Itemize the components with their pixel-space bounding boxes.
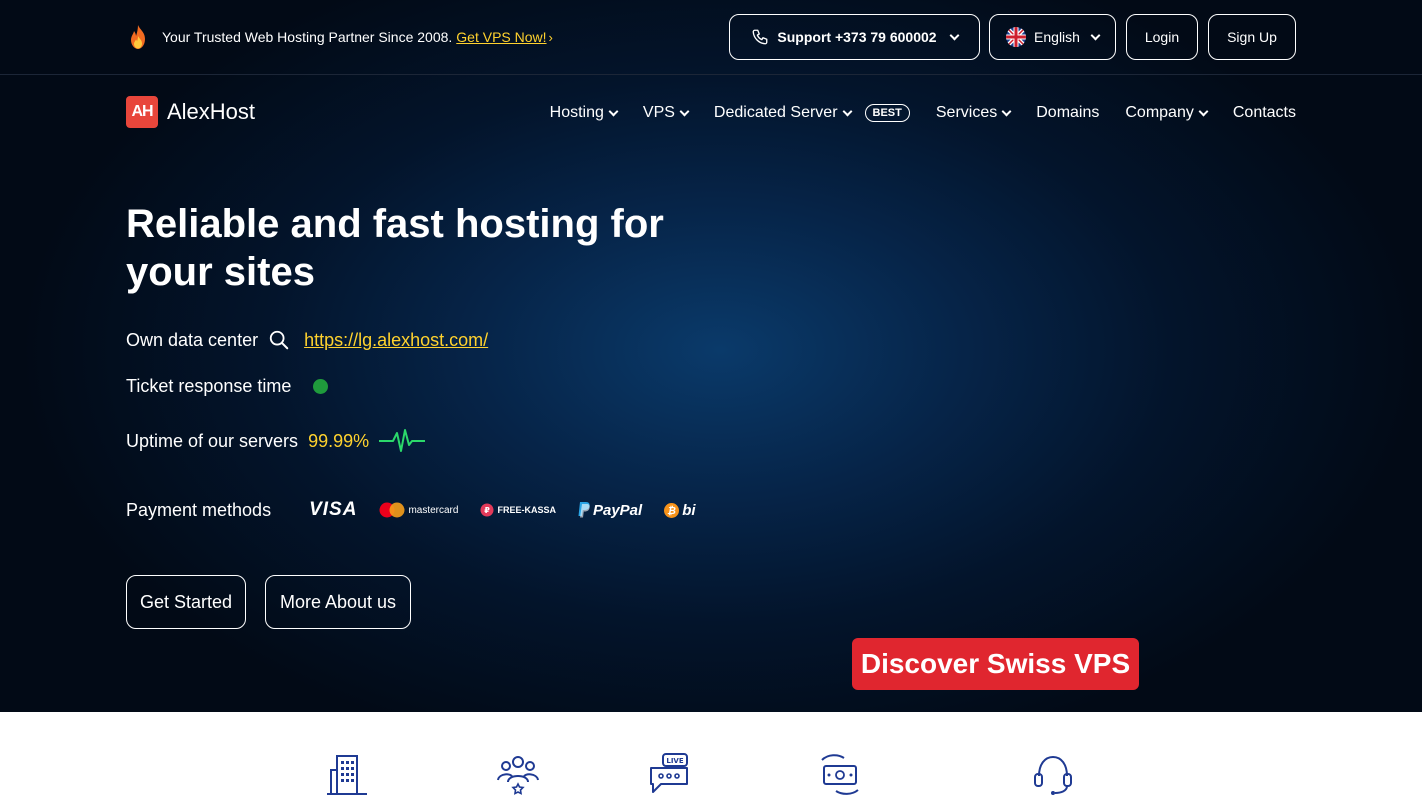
support-dropdown[interactable]: Support +373 79 600002 [729,14,980,60]
chevron-down-icon [608,106,619,116]
get-vps-link[interactable]: Get VPS Now! [456,29,546,45]
ticket-row: Ticket response time [126,376,329,397]
live-chat-icon: LIVE [650,753,688,793]
more-about-button[interactable]: More About us [265,575,411,629]
uptime-row: Uptime of our servers 99.99% [126,427,426,455]
building-icon [327,755,367,795]
promo-text: Your Trusted Web Hosting Partner Since 2… [162,29,453,45]
chevron-down-icon [679,106,690,116]
nav-company-label: Company [1125,104,1194,121]
svg-text:₽: ₽ [485,506,491,515]
heartbeat-icon [379,429,426,452]
top-bar: Your Trusted Web Hosting Partner Since 2… [0,0,1422,75]
get-started-button[interactable]: Get Started [126,575,246,629]
bitcoin-logo: ₿ bi [664,501,696,519]
alexhost-logo[interactable]: AH AlexHost [126,95,255,129]
nav-domains[interactable]: Domains [1036,104,1099,122]
logo-text: AlexHost [167,99,256,124]
bitcoin-icon: ₿ [664,502,680,518]
payment-row: Payment methods VISA mastercard ₽ FREE-K… [126,499,701,521]
freekassa-text: FREE-KASSA [497,505,556,515]
chevron-down-icon [1090,30,1101,40]
uptime-value: 99.99% [308,430,370,451]
promo-banner: Your Trusted Web Hosting Partner Since 2… [126,24,553,50]
chevron-down-icon [842,106,852,116]
best-badge: BEST [864,104,910,122]
nav-vps[interactable]: VPS [642,104,690,122]
discover-swiss-vps-button[interactable]: Discover Swiss VPS [852,638,1139,690]
nav-dedicated-label: Dedicated Server [713,104,838,121]
bitcoin-text: bi [682,501,696,519]
looking-glass-link[interactable]: https://lg.alexhost.com/ [304,330,488,351]
payment-label: Payment methods [126,499,272,520]
mastercard-circles-icon [379,502,405,518]
paypal-text: PayPal [592,501,643,519]
chevron-right-icon: › [548,29,553,45]
nav-domains-label: Domains [1036,104,1100,121]
language-selector[interactable]: English [989,14,1116,60]
logo-mark: AH [126,96,158,128]
phone-icon [752,29,768,45]
language-label: English [1034,29,1080,45]
status-dot-icon [313,379,329,394]
features-strip: LIVE [0,712,1422,800]
search-icon [269,330,289,350]
headset-icon [1034,755,1072,795]
freekassa-icon: ₽ [480,503,494,517]
flame-icon [131,25,145,49]
uk-flag-icon [1006,27,1027,47]
nav-dedicated-server[interactable]: Dedicated Server [713,104,852,122]
paypal-logo: PayPal [578,502,642,519]
uptime-label: Uptime of our servers [126,430,299,451]
nav-hosting-label: Hosting [549,104,604,121]
nav-contacts-label: Contacts [1232,104,1296,121]
main-nav: Hosting VPS Dedicated Server BEST Servic… [550,100,1296,126]
chevron-down-icon [1001,106,1012,116]
mastercard-text: mastercard [408,504,459,516]
visa-logo: VISA [309,499,358,520]
paypal-p-icon [578,502,590,518]
team-stars-icon [497,756,539,795]
payment-logos: VISA mastercard ₽ FREE-KASSA PayPal ₿ bi [309,499,701,521]
datacenter-row: Own data center https://lg.alexhost.com/ [126,329,488,351]
nav-company[interactable]: Company [1125,104,1209,122]
hero-title: Reliable and fast hosting for your sites [126,202,664,294]
money-exchange-icon [821,754,859,795]
nav-hosting[interactable]: Hosting [549,104,619,122]
chevron-down-icon [949,30,960,40]
chevron-down-icon [1198,106,1209,116]
nav-contacts[interactable]: Contacts [1233,104,1296,122]
nav-vps-label: VPS [642,104,675,121]
support-label: Support +373 79 600002 [777,29,937,45]
svg-text:LIVE: LIVE [666,757,683,765]
datacenter-label: Own data center [126,329,259,350]
freekassa-logo: ₽ FREE-KASSA [480,503,556,517]
hero-section: Your Trusted Web Hosting Partner Since 2… [0,0,1422,712]
ticket-label: Ticket response time [126,376,292,396]
svg-text:₿: ₿ [667,504,676,517]
nav-services[interactable]: Services [935,104,1012,122]
mastercard-logo: mastercard [379,502,458,518]
login-button[interactable]: Login [1126,14,1198,60]
signup-button[interactable]: Sign Up [1208,14,1296,60]
nav-services-label: Services [935,104,998,121]
